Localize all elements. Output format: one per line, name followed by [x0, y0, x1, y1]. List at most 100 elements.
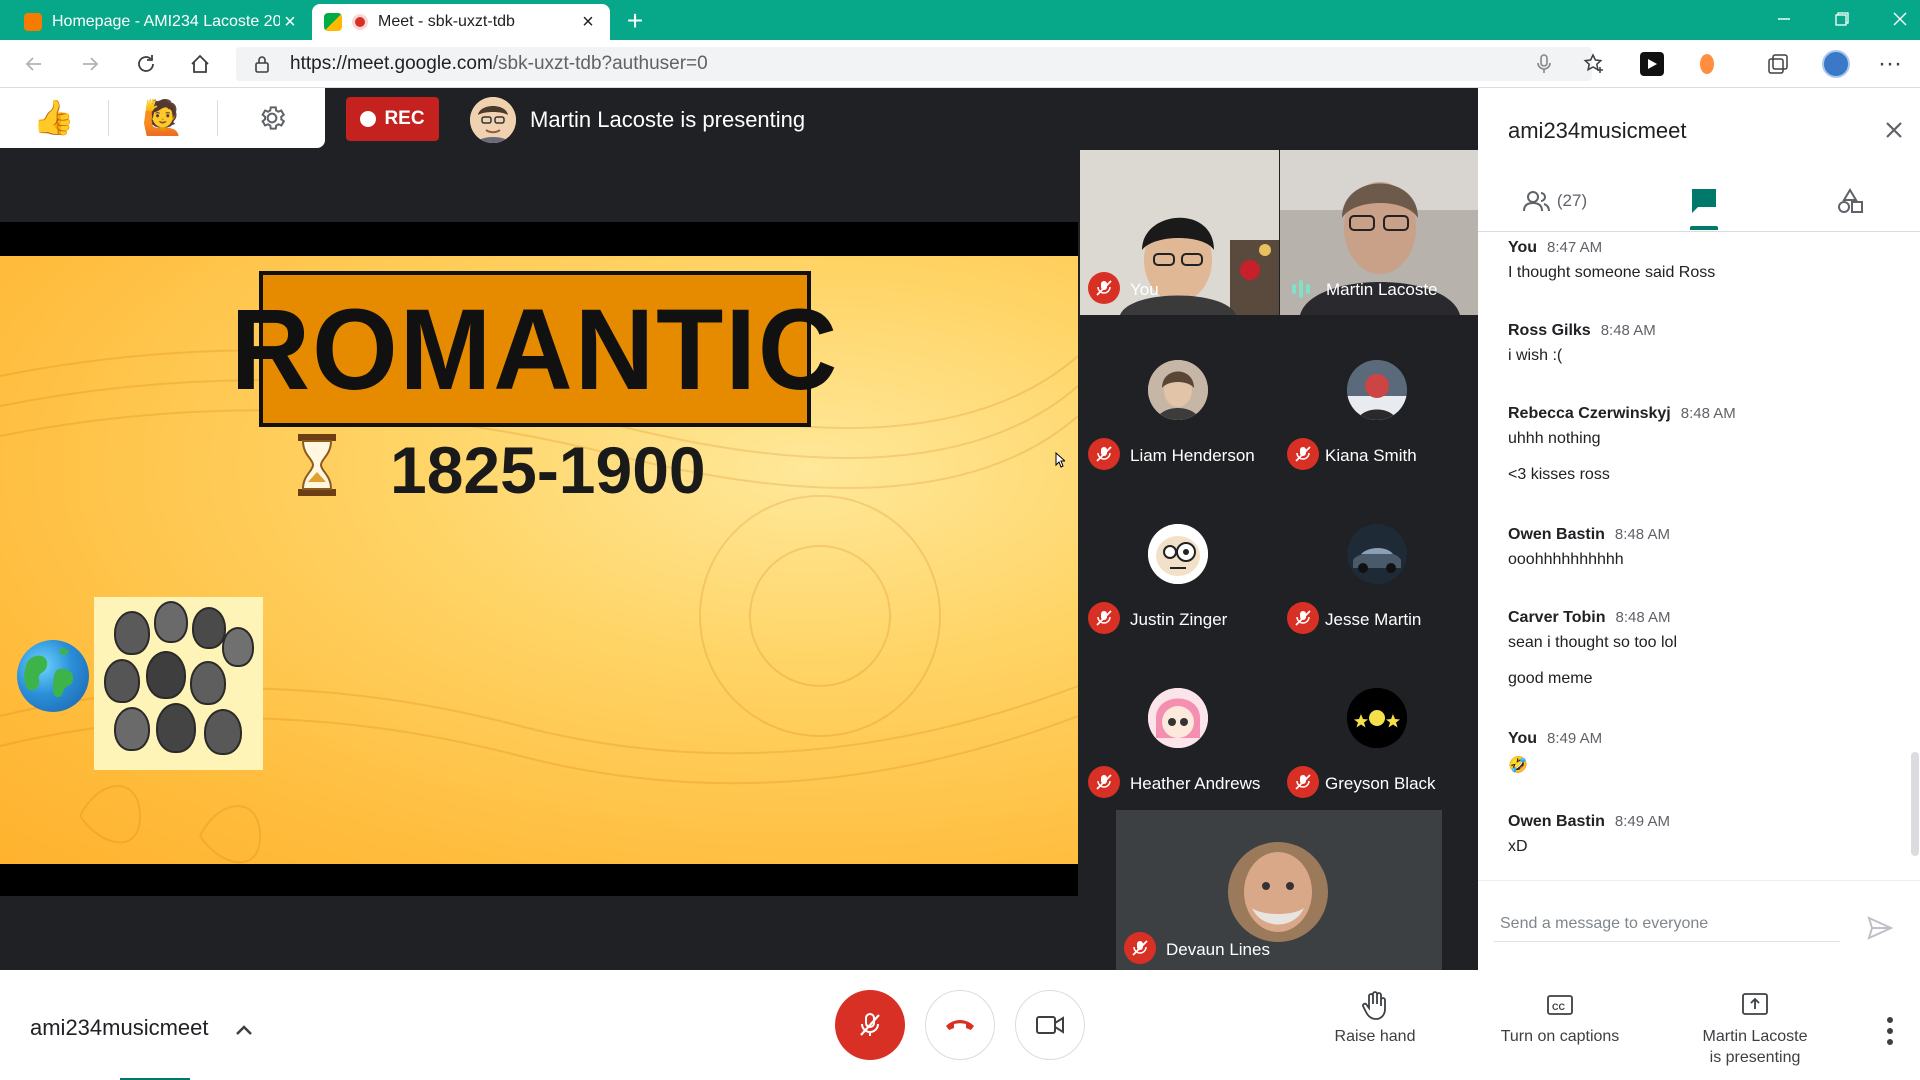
- meeting-details-label[interactable]: ami234musicmeet: [30, 1015, 209, 1041]
- reload-icon[interactable]: [130, 48, 162, 80]
- thumbs-up-emoji-icon[interactable]: 👍: [0, 88, 108, 148]
- participant-tile-martin-lacoste[interactable]: Martin Lacoste: [1280, 150, 1478, 315]
- participant-tile-you[interactable]: You: [1080, 150, 1279, 315]
- avatar: [1347, 360, 1407, 420]
- presenter-avatar: [470, 97, 516, 143]
- slide-years: 1825-1900: [390, 433, 706, 507]
- activities-shapes-icon: [1838, 188, 1863, 213]
- participant-tile-kiana-smith[interactable]: Kiana Smith: [1279, 360, 1478, 480]
- profile-avatar-icon[interactable]: [1822, 50, 1850, 78]
- message-time: 8:48 AM: [1600, 322, 1656, 339]
- chat-message: Owen Bastin 8:49 AM xD: [1508, 813, 1670, 856]
- avatar: [1347, 524, 1407, 584]
- raise-hand-button[interactable]: Raise hand: [1320, 990, 1430, 1047]
- chat-message: Carver Tobin 8:48 AM sean i thought so to…: [1508, 609, 1677, 688]
- message-sender: You: [1508, 730, 1538, 747]
- chat-message: You 8:49 AM 🤣: [1508, 730, 1602, 775]
- people-count: (27): [1556, 191, 1588, 210]
- recording-badge[interactable]: REC: [346, 97, 439, 141]
- raising-hand-emoji-icon[interactable]: 🙋: [109, 88, 217, 148]
- video-camera-icon: [1036, 1016, 1064, 1034]
- camera-toggle-button[interactable]: [1015, 990, 1085, 1060]
- participant-name: Greyson Black: [1325, 774, 1436, 793]
- message-time: 8:48 AM: [1680, 405, 1736, 422]
- avatar: [1148, 360, 1208, 420]
- url-text[interactable]: https://meet.google.com/sbk-uxzt-tdb?aut…: [290, 53, 708, 75]
- participant-tile-justin-zinger[interactable]: Justin Zinger: [1080, 524, 1279, 644]
- close-window-icon[interactable]: [1871, 0, 1920, 38]
- mouse-cursor-icon: [1055, 452, 1065, 468]
- composers-collage-image: [94, 597, 263, 770]
- message-text: i wish :(: [1508, 347, 1563, 364]
- collections-icon[interactable]: [1764, 50, 1792, 78]
- favorites-star-icon[interactable]: [1580, 50, 1608, 78]
- raise-hand-icon: [1362, 991, 1386, 1020]
- tab-people[interactable]: (27): [1500, 176, 1610, 226]
- chat-message: Rebecca Czerwinskyj 8:48 AM uhhh nothing …: [1508, 405, 1736, 484]
- tab-chat[interactable]: [1654, 176, 1754, 226]
- gear-icon[interactable]: [218, 88, 326, 148]
- speaking-indicator-icon: [1292, 280, 1314, 298]
- record-dot-icon: [360, 111, 377, 127]
- participant-name: You: [1130, 280, 1159, 299]
- close-tab-icon[interactable]: ×: [578, 12, 598, 32]
- tab-activities[interactable]: [1810, 176, 1890, 226]
- microphone-toggle-button[interactable]: [835, 990, 905, 1060]
- video-play-extension-icon[interactable]: [1638, 50, 1666, 78]
- panel-title: ami234musicmeet: [1508, 118, 1687, 143]
- hang-up-phone-icon: [946, 1020, 974, 1030]
- input-underline: [1494, 941, 1840, 942]
- close-tab-icon[interactable]: ×: [280, 12, 300, 32]
- participant-tile-jesse-martin[interactable]: Jesse Martin: [1279, 524, 1478, 644]
- browser-menu-icon[interactable]: ···: [1876, 50, 1904, 78]
- participant-name: Jesse Martin: [1325, 610, 1422, 629]
- participant-tile-liam-henderson[interactable]: Liam Henderson: [1080, 360, 1279, 480]
- presenting-banner: Martin Lacoste is presenting: [530, 107, 806, 132]
- back-arrow-icon[interactable]: [18, 48, 50, 80]
- tabs-divider: [1478, 231, 1920, 232]
- presenting-button[interactable]: Martin Lacoste is presenting: [1680, 990, 1830, 1068]
- restore-window-icon[interactable]: [1813, 0, 1871, 38]
- message-time: 8:49 AM: [1547, 730, 1603, 747]
- message-time: 8:47 AM: [1547, 239, 1603, 256]
- present-screen-icon: [1742, 993, 1768, 1015]
- send-icon[interactable]: [1866, 914, 1894, 942]
- tab-title: Homepage - AMI234 Lacoste 20: [52, 13, 280, 30]
- tab-meet[interactable]: Meet - sbk-uxzt-tdb ×: [312, 4, 610, 40]
- participant-tile-heather-andrews[interactable]: Heather Andrews: [1080, 688, 1279, 808]
- participant-name: Heather Andrews: [1130, 774, 1261, 793]
- leave-call-button[interactable]: [925, 990, 995, 1060]
- url-path: /sbk-uxzt-tdb?authuser=0: [492, 53, 708, 74]
- minimize-window-icon[interactable]: [1755, 0, 1813, 38]
- captions-button[interactable]: CC Turn on captions: [1490, 990, 1630, 1047]
- chevron-up-icon[interactable]: [232, 1018, 256, 1042]
- message-text: good meme: [1508, 670, 1593, 687]
- message-text: xD: [1508, 838, 1528, 855]
- home-icon[interactable]: [184, 48, 216, 80]
- participant-tile-devaun-lines[interactable]: Devaun Lines: [1116, 810, 1442, 970]
- message-time: 8:48 AM: [1615, 609, 1671, 626]
- chat-scrollbar[interactable]: [1911, 752, 1919, 856]
- chat-message-input[interactable]: [1500, 915, 1830, 933]
- tab-homepage[interactable]: Homepage - AMI234 Lacoste 20 ×: [12, 4, 312, 40]
- close-panel-icon[interactable]: [1880, 116, 1908, 144]
- message-time: 8:49 AM: [1614, 813, 1670, 830]
- hourglass-icon: [294, 432, 340, 498]
- raise-hand-label: Raise hand: [1334, 1028, 1416, 1045]
- chat-message: Owen Bastin 8:48 AM ooohhhhhhhhhh: [1508, 526, 1670, 569]
- participant-tile-greyson-black[interactable]: Greyson Black: [1279, 688, 1478, 808]
- message-text: I thought someone said Ross: [1508, 264, 1716, 281]
- forward-arrow-icon[interactable]: [74, 48, 106, 80]
- url-host: https://meet.google.com: [290, 53, 493, 74]
- tab-title: Meet - sbk-uxzt-tdb: [378, 13, 515, 30]
- microphone-icon[interactable]: [1530, 50, 1558, 78]
- lock-icon[interactable]: [254, 55, 270, 73]
- mic-off-icon: [1088, 438, 1120, 470]
- extension-orange-icon[interactable]: [1693, 50, 1721, 78]
- participant-name: Kiana Smith: [1325, 446, 1417, 465]
- chat-message: You 8:47 AM I thought someone said Ross: [1508, 239, 1715, 282]
- new-tab-plus-icon[interactable]: +: [620, 6, 650, 36]
- more-options-icon[interactable]: [1876, 1014, 1904, 1048]
- closed-captions-icon: CC: [1547, 995, 1573, 1015]
- active-tab-indicator: [1690, 226, 1718, 230]
